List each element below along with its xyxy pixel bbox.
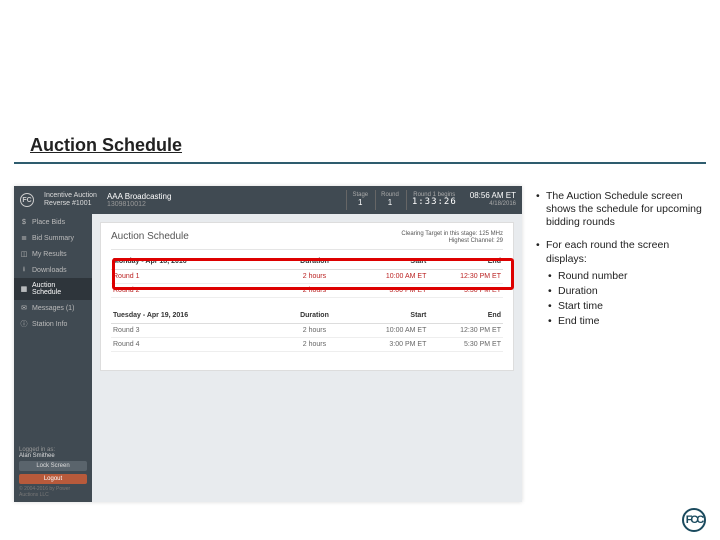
day-header: Monday - Apr 18, 2016: [113, 258, 277, 265]
round-box: Round 1: [375, 190, 404, 209]
round-name: Round 2: [113, 287, 277, 294]
screenshot-panel: FC Incentive Auction Reverse #1001 AAA B…: [14, 186, 522, 502]
round-end: 5:30 PM ET: [426, 341, 501, 348]
copyright-text: © 2004-2016 by Power Auctions LLC: [19, 487, 87, 498]
round-start: 3:00 PM ET: [352, 287, 427, 294]
countdown-value: 1:33:26: [412, 198, 457, 208]
app-sub: Reverse #1001: [44, 200, 97, 208]
table-row: Round 4 2 hours 3:00 PM ET 5:30 PM ET: [111, 338, 503, 352]
sidebar-item-station-info[interactable]: ⓘ Station Info: [14, 316, 92, 332]
app-top-bar: FC Incentive Auction Reverse #1001 AAA B…: [14, 186, 522, 214]
dollar-icon: $: [20, 218, 28, 226]
app-title-block: Incentive Auction Reverse #1001: [44, 192, 97, 207]
schedule-card: Auction Schedule Clearing Target in this…: [100, 222, 514, 371]
topbar-stats: Stage 1 Round 1 Round 1 begins 1:33:26 0…: [346, 190, 516, 210]
broadcaster-name: AAA Broadcasting: [107, 192, 171, 201]
sidebar-item-label: Auction Schedule: [32, 282, 86, 296]
round-duration: 2 hours: [277, 287, 352, 294]
table-row: Round 3 2 hours 10:00 AM ET 12:30 PM ET: [111, 324, 503, 338]
mail-icon: ✉: [20, 304, 28, 312]
info-icon: ⓘ: [20, 320, 28, 328]
card-title: Auction Schedule: [111, 231, 189, 242]
broadcaster-block: AAA Broadcasting 1309810012: [107, 192, 171, 208]
explainer-notes: The Auction Schedule screen shows the sc…: [534, 190, 704, 338]
round-name: Round 4: [113, 341, 277, 348]
download-icon: ⭳: [20, 266, 28, 274]
sidebar-item-label: Downloads: [32, 267, 67, 274]
app-name: Incentive Auction: [44, 192, 97, 200]
col-end: End: [426, 258, 501, 265]
col-end: End: [426, 312, 501, 319]
sidebar-item-place-bids[interactable]: $ Place Bids: [14, 214, 92, 230]
table-row: Round 2 2 hours 3:00 PM ET 5:30 PM ET: [111, 284, 503, 298]
round-start: 10:00 AM ET: [352, 327, 427, 334]
clearing-line2: Highest Channel: 29: [401, 238, 503, 245]
clock-box: 08:56 AM ET 4/18/2016: [464, 192, 516, 207]
note-sub-4: End time: [546, 315, 704, 328]
round-duration: 2 hours: [277, 327, 352, 334]
round-value: 1: [381, 199, 399, 208]
note-sub-2: Duration: [546, 285, 704, 298]
fcc-footer-logo-icon: FCC: [682, 508, 706, 532]
clock-time: 08:56 AM ET: [470, 192, 516, 201]
sidebar-item-label: Messages (1): [32, 305, 74, 312]
clearing-target: Clearing Target in this stage: 125 MHz H…: [401, 231, 503, 245]
sidebar-item-messages[interactable]: ✉ Messages (1): [14, 300, 92, 316]
sidebar-item-downloads[interactable]: ⭳ Downloads: [14, 262, 92, 278]
lock-screen-button[interactable]: Lock Screen: [19, 461, 87, 471]
fcc-logo-icon: FC: [20, 193, 34, 207]
logout-button[interactable]: Logout: [19, 474, 87, 484]
round-end: 12:30 PM ET: [426, 327, 501, 334]
calendar-icon: ▦: [20, 285, 28, 293]
round-end: 5:30 PM ET: [426, 287, 501, 294]
main-panel: Auction Schedule Clearing Target in this…: [92, 214, 522, 502]
clearing-line1: Clearing Target in this stage: 125 MHz: [401, 231, 503, 238]
slide-title: Auction Schedule: [30, 135, 182, 156]
sidebar-item-label: Station Info: [32, 321, 67, 328]
sidebar-item-label: My Results: [32, 251, 67, 258]
day-block-tuesday: Tuesday - Apr 19, 2016 Duration Start En…: [111, 308, 503, 352]
col-duration: Duration: [277, 258, 352, 265]
round-name: Round 3: [113, 327, 277, 334]
title-underline: [14, 162, 706, 164]
list-icon: ≣: [20, 234, 28, 242]
round-duration: 2 hours: [277, 341, 352, 348]
results-icon: ◫: [20, 250, 28, 258]
day-block-monday: Monday - Apr 18, 2016 Duration Start End…: [111, 254, 503, 298]
sidebar-item-my-results[interactable]: ◫ My Results: [14, 246, 92, 262]
note-bullet-2-text: For each round the screen displays:: [546, 239, 669, 264]
round-name: Round 1: [113, 273, 277, 280]
round-duration: 2 hours: [277, 273, 352, 280]
username: Alan Smithee: [19, 453, 87, 459]
sidebar-item-label: Place Bids: [32, 219, 65, 226]
col-start: Start: [352, 312, 427, 319]
stage-box: Stage 1: [346, 190, 373, 209]
note-sub-1: Round number: [546, 270, 704, 283]
round-start: 10:00 AM ET: [352, 273, 427, 280]
clock-date: 4/18/2016: [470, 201, 516, 208]
col-duration: Duration: [277, 312, 352, 319]
round-end: 12:30 PM ET: [426, 273, 501, 280]
sidebar-footer: Logged in as: Alan Smithee Lock Screen L…: [14, 443, 92, 502]
round-start: 3:00 PM ET: [352, 341, 427, 348]
note-bullet-2: For each round the screen displays: Roun…: [534, 239, 704, 328]
sidebar: $ Place Bids ≣ Bid Summary ◫ My Results ⭳ Do…: [14, 214, 92, 502]
note-sub-3: Start time: [546, 300, 704, 313]
countdown-box: Round 1 begins 1:33:26: [406, 190, 462, 210]
day-header: Tuesday - Apr 19, 2016: [113, 312, 277, 319]
broadcaster-id: 1309810012: [107, 201, 171, 208]
table-row: Round 1 2 hours 10:00 AM ET 12:30 PM ET: [111, 270, 503, 284]
sidebar-item-label: Bid Summary: [32, 235, 74, 242]
stage-value: 1: [352, 199, 368, 208]
note-bullet-1: The Auction Schedule screen shows the sc…: [534, 190, 704, 229]
col-start: Start: [352, 258, 427, 265]
sidebar-item-auction-schedule[interactable]: ▦ Auction Schedule: [14, 278, 92, 300]
sidebar-item-bid-summary[interactable]: ≣ Bid Summary: [14, 230, 92, 246]
